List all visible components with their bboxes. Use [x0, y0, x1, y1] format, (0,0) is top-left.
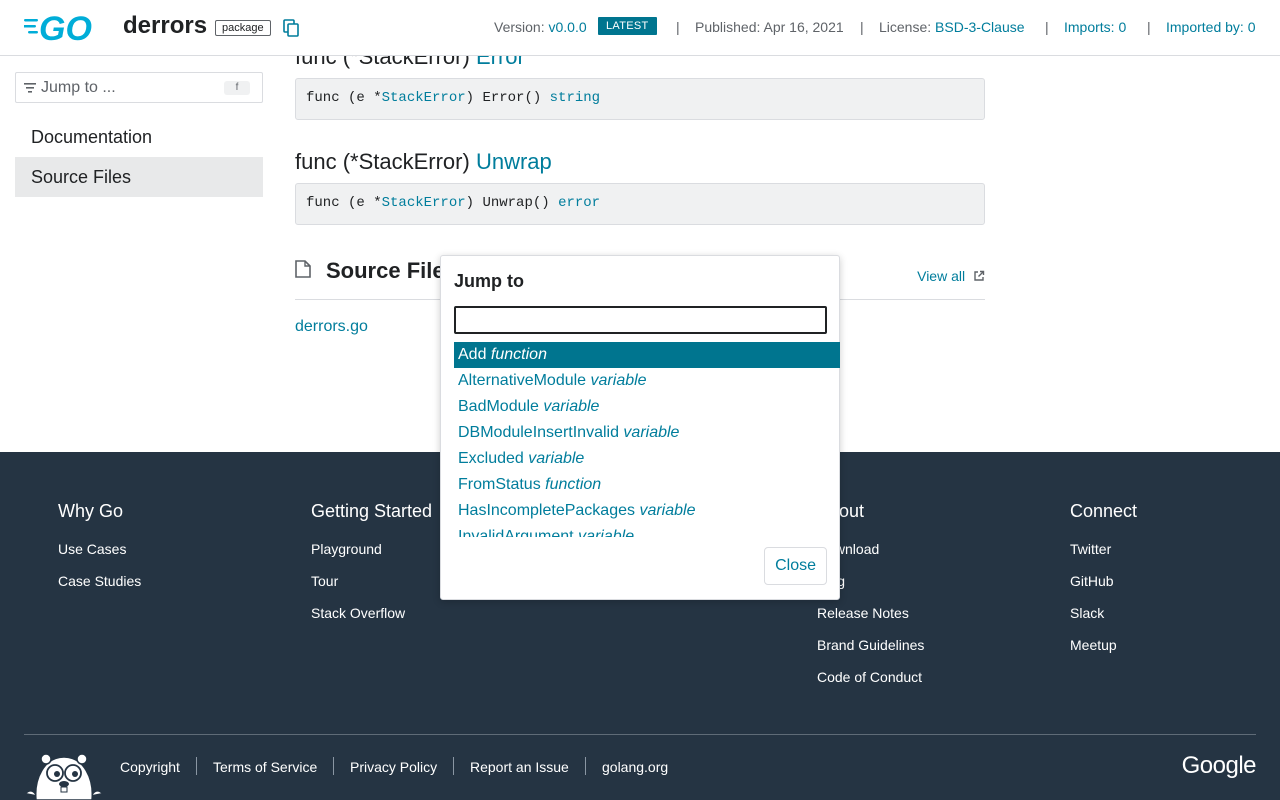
separator: |: [1045, 19, 1049, 35]
footer-divider: [24, 734, 1256, 735]
legal-separator: [585, 757, 586, 775]
go-logo-icon[interactable]: GO: [24, 10, 108, 44]
source-files-title: Source Files: [326, 258, 457, 283]
list-item[interactable]: DBModuleInsertInvalid variable: [454, 420, 840, 446]
footer-link[interactable]: Use Cases: [58, 541, 126, 557]
footer-col-title: Connect: [1070, 501, 1138, 521]
footer-col-title: Getting Started: [311, 501, 433, 521]
shortcut-key: f: [224, 81, 250, 95]
license-info: License: BSD-3-Clause: [879, 19, 1025, 35]
jump-to-search-input[interactable]: [454, 306, 827, 334]
code-block-error: func (e *StackError) Error() string: [295, 78, 985, 120]
footer-link[interactable]: Code of Conduct: [817, 669, 922, 685]
footer-link[interactable]: Slack: [1070, 605, 1104, 621]
package-badge: package: [215, 20, 271, 36]
separator: |: [860, 19, 864, 35]
list-item[interactable]: HasIncompletePackages variable: [454, 498, 840, 524]
type-link[interactable]: string: [550, 90, 600, 106]
gopher-mascot-icon: [25, 753, 103, 800]
footer-link[interactable]: Tour: [311, 573, 338, 589]
footer-link[interactable]: Case Studies: [58, 573, 141, 589]
footer-legal-link[interactable]: Privacy Policy: [350, 759, 437, 775]
type-link[interactable]: StackError: [382, 90, 466, 106]
func-unwrap-link[interactable]: Unwrap: [476, 149, 552, 174]
list-item[interactable]: Excluded variable: [454, 446, 840, 472]
view-all-link[interactable]: View all: [917, 268, 985, 284]
close-button[interactable]: Close: [764, 547, 827, 585]
jump-to-list[interactable]: Add function AlternativeModule variable …: [454, 342, 840, 537]
published-date: Published: Apr 16, 2021: [695, 19, 844, 35]
copy-icon[interactable]: [283, 19, 299, 37]
footer-link[interactable]: Stack Overflow: [311, 605, 405, 621]
filter-icon: [24, 83, 36, 93]
separator: |: [676, 19, 680, 35]
list-item[interactable]: AlternativeModule variable: [454, 368, 840, 394]
license-link[interactable]: BSD-3-Clause: [935, 19, 1024, 35]
footer-link[interactable]: GitHub: [1070, 573, 1114, 589]
external-link-icon: [974, 270, 985, 281]
list-item[interactable]: InvalidArgument variable: [454, 524, 840, 537]
package-name: derrors: [123, 12, 208, 39]
func-unwrap-heading: func (*StackError) Unwrap: [295, 149, 552, 174]
footer-link[interactable]: Twitter: [1070, 541, 1111, 557]
list-item[interactable]: Add function: [454, 342, 840, 368]
legal-separator: [453, 757, 454, 775]
sidebar-item-documentation[interactable]: Documentation: [15, 117, 263, 157]
jump-to-label: Jump to ...: [41, 79, 116, 96]
footer-link[interactable]: Playground: [311, 541, 382, 557]
version-link[interactable]: v0.0.0: [548, 19, 586, 35]
site-header: GO derrors package Version: v0.0.0 LATES…: [0, 0, 1280, 56]
list-item[interactable]: BadModule variable: [454, 394, 840, 420]
footer-col-title: Why Go: [58, 501, 124, 521]
footer-legal-link[interactable]: Report an Issue: [470, 759, 569, 775]
code-block-unwrap: func (e *StackError) Unwrap() error: [295, 183, 985, 225]
source-file-link[interactable]: derrors.go: [295, 318, 368, 336]
footer-legal-link[interactable]: Terms of Service: [213, 759, 317, 775]
imports-link[interactable]: Imports: 0: [1064, 19, 1126, 35]
footer-link[interactable]: Meetup: [1070, 637, 1117, 653]
google-logo[interactable]: Google: [1182, 752, 1257, 780]
legal-separator: [196, 757, 197, 775]
dialog-title: Jump to: [454, 271, 524, 291]
type-link[interactable]: StackError: [382, 195, 466, 211]
latest-badge: LATEST: [598, 17, 657, 35]
version-info: Version: v0.0.0: [494, 19, 587, 35]
legal-separator: [333, 757, 334, 775]
separator: |: [1147, 19, 1151, 35]
imported-by-link[interactable]: Imported by: 0: [1166, 19, 1256, 35]
type-link[interactable]: error: [558, 195, 600, 211]
footer-link[interactable]: Brand Guidelines: [817, 637, 924, 653]
file-icon: [295, 260, 311, 278]
footer-legal-link[interactable]: golang.org: [602, 759, 668, 775]
footer-legal-link[interactable]: Copyright: [120, 759, 180, 775]
svg-text:GO: GO: [39, 10, 92, 44]
jump-to-dialog: Jump to Add function AlternativeModule v…: [440, 255, 840, 600]
footer-link[interactable]: Release Notes: [817, 605, 909, 621]
jump-to-button[interactable]: Jump to ... f: [15, 72, 263, 103]
sidebar-item-source-files[interactable]: Source Files: [15, 157, 263, 197]
list-item[interactable]: FromStatus function: [454, 472, 840, 498]
